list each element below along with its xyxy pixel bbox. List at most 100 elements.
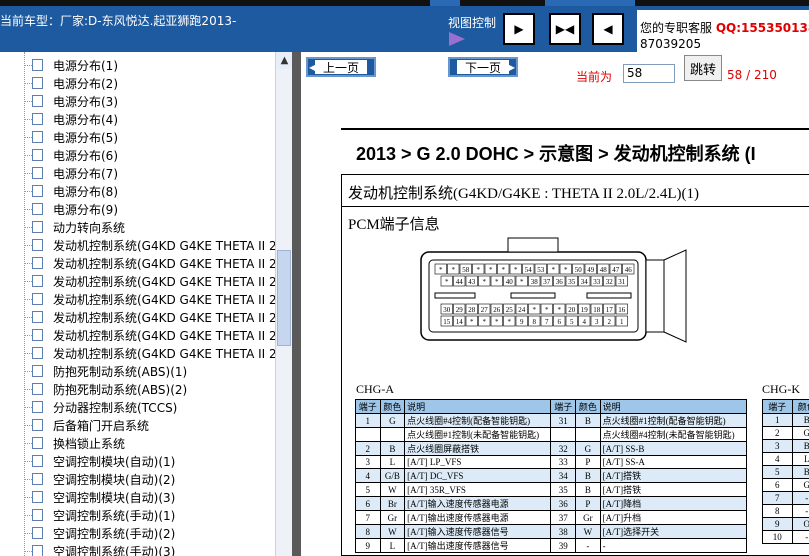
tree-item[interactable]: 发动机控制系统(G4KD G4KE THETA II 2: [0, 290, 275, 308]
tree-item[interactable]: 动力转向系统: [0, 218, 275, 236]
go-button[interactable]: 跳转: [684, 55, 722, 81]
document-icon: [32, 491, 43, 503]
pin-table-a: 端子 颜色 说明 端子 颜色 说明 1 G 点火线圈#4控制(配备智能钥匙) 31 B 点火线圈#1控…: [355, 399, 748, 553]
service-qq[interactable]: QQ:155350138: [716, 21, 809, 35]
connector-pin-label: 6: [557, 318, 561, 326]
tree-item[interactable]: 电源分布(1): [0, 56, 275, 74]
connector-pin-label: 44: [456, 278, 464, 286]
tree-item[interactable]: 空调控制模块(自动)(2): [0, 470, 275, 488]
view-control-arrow-icon[interactable]: [449, 32, 465, 46]
document-icon: [32, 311, 43, 323]
current-page-input[interactable]: 58: [623, 64, 675, 83]
view-control-label: 视图控制: [448, 16, 497, 30]
tree-item-label: 空调控制系统(手动)(1): [53, 509, 176, 523]
connector-pin-label: 18: [593, 306, 601, 314]
menu-tab[interactable]: [545, 0, 635, 6]
table-cell: [A/T]输出速度传感器电源: [404, 510, 552, 525]
next-page-button[interactable]: 下一页 ▶: [448, 57, 518, 77]
document-icon: [32, 401, 43, 413]
table-row: 1 G 点火线圈#4控制(配备智能钥匙) 31 B 点火线圈#1控制(配备智能钥匙): [355, 413, 748, 428]
tree-item[interactable]: 防抱死制动系统(ABS)(2): [0, 380, 275, 398]
tree-connector: [24, 533, 32, 534]
tree-item[interactable]: 分动器控制系统(TCCS): [0, 398, 275, 416]
tree-item[interactable]: 空调控制模块(自动)(1): [0, 452, 275, 470]
document-icon: [32, 239, 43, 251]
connector-pin-label: *: [551, 266, 555, 274]
table-cell: 点火线圈#4控制(配备智能钥匙): [404, 413, 552, 428]
tree-item[interactable]: 后备箱门开启系统: [0, 416, 275, 434]
tree-item[interactable]: 电源分布(5): [0, 128, 275, 146]
document-icon: [32, 185, 43, 197]
diagram-subtitle: 发动机控制系统(G4KD/G4KE : THETA II 2.0L/2.4L)(…: [348, 186, 699, 202]
tree-item[interactable]: 电源分布(7): [0, 164, 275, 182]
tree-item[interactable]: 发动机控制系统(G4KD G4KE THETA II 2: [0, 308, 275, 326]
tree-item[interactable]: 发动机控制系统(G4KD G4KE THETA II 2: [0, 326, 275, 344]
tree-item[interactable]: 发动机控制系统(G4KD G4KE THETA II 2: [0, 272, 275, 290]
tree-connector: [24, 83, 32, 84]
tree-item[interactable]: 电源分布(4): [0, 110, 275, 128]
tree-item[interactable]: 空调控制模块(自动)(3): [0, 488, 275, 506]
table-cell: 点火线圈#1控制(未配备智能钥匙): [404, 427, 552, 442]
service-label: 您的专职客服: [640, 21, 713, 35]
tree-item-label: 电源分布(7): [53, 167, 118, 181]
table-cell: [A/T] SS-A: [599, 455, 748, 469]
tree-item-label: 发动机控制系统(G4KD G4KE THETA II 2: [53, 293, 275, 307]
tree-item[interactable]: 电源分布(2): [0, 74, 275, 92]
tree-item-label: 空调控制模块(自动)(2): [53, 473, 176, 487]
tree-item[interactable]: 空调控制系统(手动)(2): [0, 524, 275, 542]
connector-pin-label: 35: [568, 278, 576, 286]
connector-pin-label: 33: [593, 278, 601, 286]
tree-item[interactable]: 发动机控制系统(G4KD G4KE THETA II 2: [0, 254, 275, 272]
back-page-view-button[interactable]: ◀: [592, 13, 624, 45]
menu-strip: [0, 0, 809, 6]
document-icon: [32, 419, 43, 431]
tree-connector: [24, 155, 32, 156]
table-cell: 34: [550, 468, 577, 483]
table-cell: O: [791, 517, 809, 531]
table-cell: G: [575, 441, 601, 456]
table-cell: L: [791, 452, 809, 466]
customer-service-panel: 您的专职客服 QQ:155350138 87039205: [637, 10, 809, 52]
scroll-thumb[interactable]: [277, 250, 291, 346]
tree-item-label: 空调控制模块(自动)(1): [53, 455, 176, 469]
scroll-up-icon[interactable]: ▲: [276, 52, 293, 69]
service-line1: 您的专职客服 QQ:155350138: [640, 19, 809, 36]
split-view-button[interactable]: ▶◀: [549, 13, 581, 45]
table-cell: [A/T]降档: [599, 496, 748, 511]
single-page-view-button[interactable]: ▶: [503, 13, 535, 45]
tree-item[interactable]: 电源分布(6): [0, 146, 275, 164]
tree-connector: [24, 407, 32, 408]
tree-item[interactable]: 空调控制系统(手动)(3): [0, 542, 275, 556]
tree-connector: [24, 65, 32, 66]
document-icon: [32, 473, 43, 485]
table-cell: 点火线圈#1控制(配备智能钥匙): [599, 413, 748, 428]
heading-rule: [341, 128, 809, 130]
tree-item[interactable]: 电源分布(9): [0, 200, 275, 218]
table-row: 3B: [762, 439, 809, 453]
table-cell: [A/T]升档: [599, 510, 748, 525]
tree-item[interactable]: 发动机控制系统(G4KD G4KE THETA II 2: [0, 236, 275, 254]
tree-connector: [24, 515, 32, 516]
document-icon: [32, 77, 43, 89]
connector-pin-label: 20: [568, 306, 576, 314]
tree-connector: [24, 245, 32, 246]
tree-item[interactable]: 空调控制系统(手动)(1): [0, 506, 275, 524]
prev-page-button[interactable]: ◀ 上一页: [306, 57, 376, 77]
table-cell: W: [379, 482, 406, 497]
tree-item[interactable]: 换档锁止系统: [0, 434, 275, 452]
tree-item[interactable]: 电源分布(8): [0, 182, 275, 200]
table-cell: [A/T] DC_VFS: [404, 468, 552, 483]
tree-item-label: 电源分布(4): [53, 113, 118, 127]
table-cell: 9: [355, 538, 381, 553]
connector-pin-label: 7: [545, 318, 549, 326]
tree-scrollbar[interactable]: ▲: [275, 52, 293, 556]
connector-pin-label: *: [476, 266, 480, 274]
tree-item[interactable]: 电源分布(3): [0, 92, 275, 110]
table-row: 点火线圈#1控制(未配备智能钥匙) 点火线圈#4控制(未配备智能钥匙): [355, 427, 748, 442]
menu-tab[interactable]: [430, 0, 460, 6]
table-row: 10-: [762, 530, 809, 544]
pane-divider[interactable]: [292, 52, 301, 556]
connector-pin-label: *: [545, 306, 549, 314]
tree-item[interactable]: 发动机控制系统(G4KD G4KE THETA II 2: [0, 344, 275, 362]
tree-item[interactable]: 防抱死制动系统(ABS)(1): [0, 362, 275, 380]
